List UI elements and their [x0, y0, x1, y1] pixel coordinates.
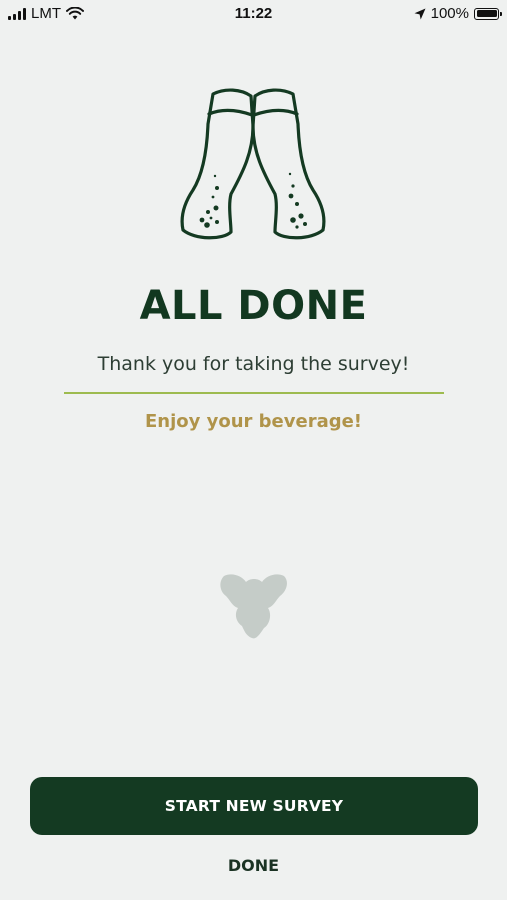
survey-complete-screen: LMT 11:22 100% ALL DONE Thank you for ta…	[0, 0, 507, 900]
location-arrow-icon	[414, 8, 426, 19]
battery-icon	[474, 7, 502, 20]
beer-glasses-cheers-icon	[180, 88, 326, 240]
divider	[64, 392, 444, 394]
status-bar: LMT 11:22 100%	[0, 0, 507, 28]
start-new-survey-button[interactable]: START NEW SURVEY	[30, 777, 478, 835]
battery-percent: 100%	[430, 5, 469, 22]
status-right: 100%	[414, 5, 502, 22]
done-button[interactable]: DONE	[0, 856, 507, 875]
page-title: ALL DONE	[139, 283, 368, 329]
enjoy-message: Enjoy your beverage!	[144, 411, 363, 432]
thank-you-message: Thank you for taking the survey!	[97, 353, 410, 375]
brand-logo-icon	[220, 574, 287, 639]
